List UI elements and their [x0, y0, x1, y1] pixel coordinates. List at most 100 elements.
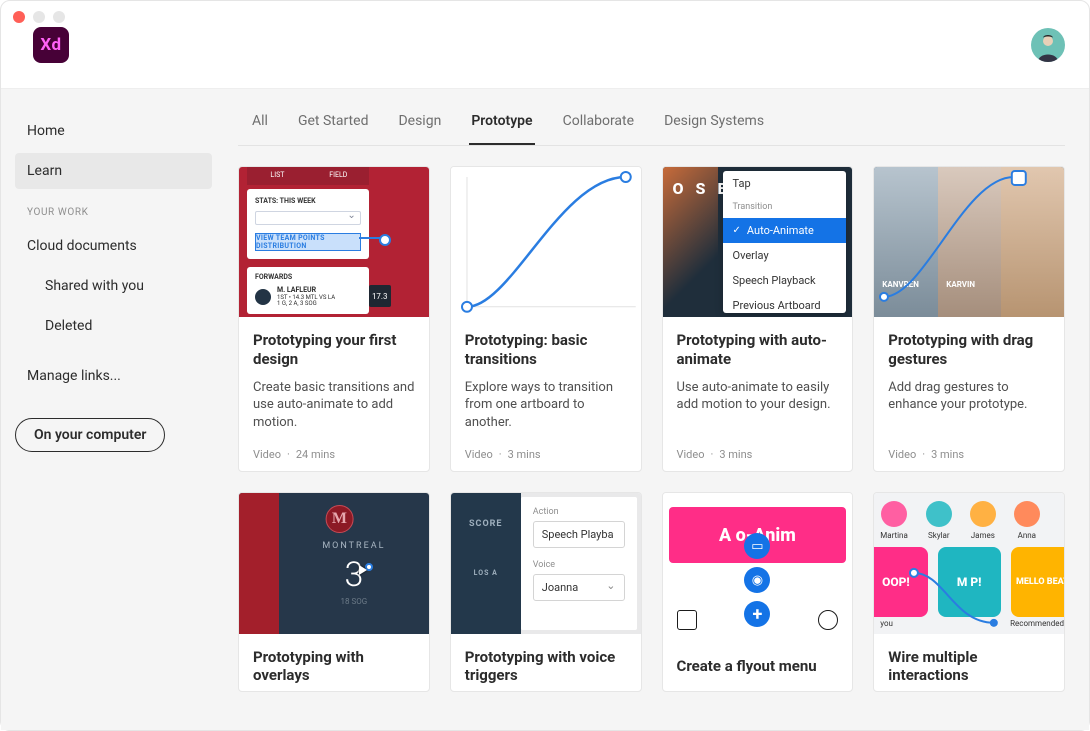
thumb-text: Transition [723, 196, 847, 218]
thumb-text: VIEW TEAM POINTS DISTRIBUTION [255, 233, 361, 251]
tutorial-meta: Video 24 mins [253, 448, 415, 461]
separator-icon [287, 448, 290, 461]
tutorial-card-body: Prototyping your first design Create bas… [239, 317, 429, 471]
tutorial-type: Video [888, 448, 916, 461]
tutorial-card-body: Prototyping with voice triggers [451, 634, 641, 692]
sidebar-item-home[interactable]: Home [15, 113, 212, 149]
tutorial-type: Video [253, 448, 281, 461]
tutorial-duration: 3 mins [508, 448, 541, 461]
tutorial-duration: 3 mins [719, 448, 752, 461]
separator-icon [922, 448, 925, 461]
separator-icon [499, 448, 502, 461]
tutorial-duration: 3 mins [931, 448, 964, 461]
tutorial-title: Prototyping with overlays [253, 648, 415, 686]
sidebar-item-manage-links[interactable]: Manage links... [15, 358, 212, 394]
tab-prototype[interactable]: Prototype [469, 99, 534, 145]
tutorial-grid-row-2: MONTREAL 3 18 SOG Prototyping with overl… [238, 492, 1065, 712]
tutorial-meta: Video 3 mins [677, 448, 839, 461]
tutorial-card[interactable]: O S E Tap Transition Auto-Animate Overla… [662, 166, 854, 472]
account-avatar[interactable] [1031, 28, 1065, 62]
tutorial-thumbnail: MONTREAL 3 18 SOG [239, 493, 429, 634]
sidebar: Home Learn Your Work Cloud documents Sha… [1, 89, 226, 730]
thumb-text: FIELD [308, 167, 369, 185]
tab-get-started[interactable]: Get Started [296, 99, 371, 145]
thumb-text: Skylar [928, 531, 950, 540]
camera-icon: ◉ [744, 567, 770, 593]
thumb-text: MONTREAL [279, 541, 429, 551]
sidebar-item-deleted[interactable]: Deleted [15, 308, 212, 344]
tutorial-type: Video [677, 448, 705, 461]
minimize-window-icon[interactable] [33, 11, 45, 23]
learn-category-tabs: All Get Started Design Prototype Collabo… [238, 99, 1065, 146]
tutorial-card[interactable]: Prototyping: basic transitions Explore w… [450, 166, 642, 472]
tutorial-title: Wire multiple interactions [888, 648, 1050, 686]
tutorial-meta: Video 3 mins [465, 448, 627, 461]
sidebar-item-cloud-documents[interactable]: Cloud documents [15, 228, 212, 264]
tutorial-card[interactable]: MONTREAL 3 18 SOG Prototyping with overl… [238, 492, 430, 692]
tutorial-card-body: Wire multiple interactions [874, 634, 1064, 692]
thumb-text: you [880, 619, 893, 628]
profile-icon [818, 610, 838, 630]
tutorial-thumbnail: O S E Tap Transition Auto-Animate Overla… [663, 167, 853, 317]
maximize-window-icon[interactable] [53, 11, 65, 23]
tab-design[interactable]: Design [396, 99, 443, 145]
vr-icon: ▭ [744, 533, 770, 559]
thumb-text: Tap [723, 171, 847, 196]
thumb-text: Overlay [723, 243, 847, 268]
tutorial-thumbnail: Martina Skylar James Anna OOP! M P! MELL… [874, 493, 1064, 634]
tutorial-title: Prototyping with voice triggers [465, 648, 627, 686]
tutorial-card[interactable]: KANVREN KARVIN Prototyping with drag ges… [873, 166, 1065, 472]
thumb-text: 1 G, 2 A, 3 SOG [277, 300, 317, 307]
tutorial-title: Prototyping your first design [253, 331, 415, 369]
thumb-text: Speech Playba [533, 521, 625, 548]
tab-all[interactable]: All [250, 99, 270, 145]
thumb-text: Auto-Animate [723, 218, 847, 243]
tutorial-description: Explore ways to transition from one artb… [465, 379, 627, 449]
tutorial-thumbnail [451, 167, 641, 317]
window-traffic-lights [13, 11, 65, 23]
thumb-text: LOS A [451, 569, 521, 577]
tutorial-card[interactable]: Martina Skylar James Anna OOP! M P! MELL… [873, 492, 1065, 692]
cursor-icon [359, 565, 367, 575]
tutorial-grid-row-1: LISTFIELD STATS: THIS WEEK VIEW TEAM POI… [238, 166, 1065, 492]
tab-design-systems[interactable]: Design Systems [662, 99, 766, 145]
thumb-text: M P! [938, 547, 1001, 617]
tutorial-meta: Video 3 mins [888, 448, 1050, 461]
titlebar: Xd [1, 1, 1089, 89]
tutorial-thumbnail: KANVREN KARVIN [874, 167, 1064, 317]
tutorial-description: Add drag gestures to enhance your protot… [888, 379, 1050, 449]
thumb-text: James [971, 531, 995, 540]
thumb-text: Previous Artboard [723, 293, 847, 317]
tutorial-thumbnail: SCORE LOS A Action Speech Playba Voice Jo… [451, 493, 641, 634]
tutorial-card-body: Prototyping: basic transitions Explore w… [451, 317, 641, 471]
tutorial-card[interactable]: A o-Anim ▭ ◉ + Create a flyout menu [662, 492, 854, 692]
tutorial-description: Create basic transitions and use auto-an… [253, 379, 415, 449]
thumb-text: SCORE [451, 519, 521, 529]
titlebar-left: Xd [25, 27, 69, 63]
tutorial-card-body: Create a flyout menu [663, 643, 853, 691]
easing-curve-icon [451, 167, 641, 317]
thumb-text: MELLO BEAT [1011, 547, 1064, 617]
tutorial-thumbnail: A o-Anim ▭ ◉ + [663, 493, 853, 643]
thumb-text: Action [533, 507, 625, 517]
xd-logo-text: Xd [40, 35, 61, 55]
tutorial-card[interactable]: LISTFIELD STATS: THIS WEEK VIEW TEAM POI… [238, 166, 430, 472]
sidebar-item-shared-with-you[interactable]: Shared with you [15, 268, 212, 304]
content-area: All Get Started Design Prototype Collabo… [226, 89, 1089, 730]
thumb-text: Speech Playback [723, 268, 847, 293]
tutorial-card-body: Prototyping with overlays [239, 634, 429, 692]
thumb-text: Voice [533, 560, 625, 570]
tutorial-duration: 24 mins [296, 448, 335, 461]
thumb-text: Recommended [1010, 619, 1064, 628]
tutorial-card[interactable]: SCORE LOS A Action Speech Playba Voice Jo… [450, 492, 642, 692]
tab-collaborate[interactable]: Collaborate [561, 99, 636, 145]
sidebar-item-learn[interactable]: Learn [15, 153, 212, 189]
thumb-text: Joanna [533, 574, 625, 601]
on-your-computer-button[interactable]: On your computer [15, 418, 165, 452]
thumb-text: Martina [880, 531, 908, 540]
thumb-text: OOP! [874, 547, 927, 617]
close-window-icon[interactable] [13, 11, 25, 23]
separator-icon [711, 448, 714, 461]
thumb-text: 18 SOG [279, 597, 429, 606]
main-area: Home Learn Your Work Cloud documents Sha… [1, 89, 1089, 730]
